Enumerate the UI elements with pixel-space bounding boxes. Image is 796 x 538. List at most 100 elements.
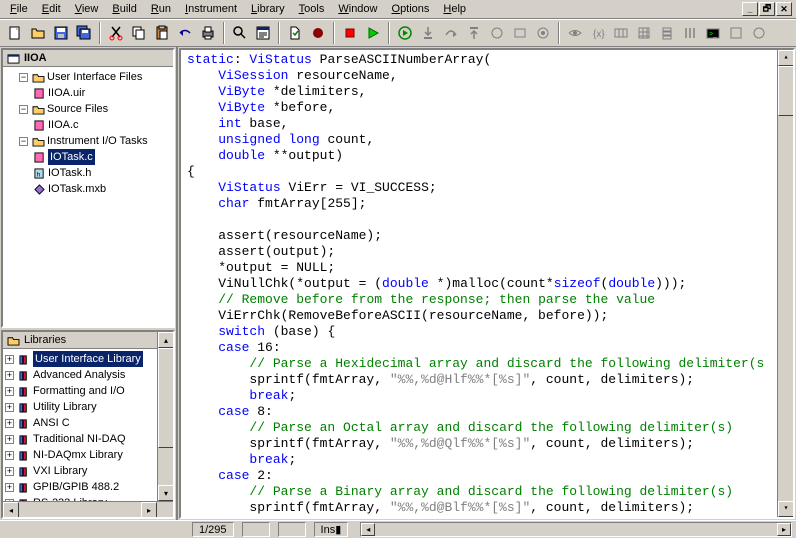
tree-file-iotask-c[interactable]: IOTask.c	[5, 149, 171, 165]
library-item[interactable]: + Utility Library	[5, 399, 171, 415]
expand-icon[interactable]: +	[5, 483, 14, 492]
new-file-button[interactable]	[4, 22, 26, 44]
library-item[interactable]: + NI-DAQmx Library	[5, 447, 171, 463]
tree-folder-src[interactable]: − Source Files	[5, 101, 171, 117]
minimize-button[interactable]: _	[742, 2, 758, 16]
library-item[interactable]: + Formatting and I/O	[5, 383, 171, 399]
step-over-button[interactable]	[440, 22, 462, 44]
menu-build[interactable]: Build	[106, 2, 142, 16]
project-root-label: IIOA	[24, 52, 47, 64]
tree-file-uir[interactable]: IIOA.uir	[5, 85, 171, 101]
library-item[interactable]: + GPIB/GPIB 488.2	[5, 479, 171, 495]
scroll-thumb[interactable]	[778, 66, 794, 116]
debug2-button[interactable]	[509, 22, 531, 44]
menu-help[interactable]: Help	[437, 2, 472, 16]
copy-button[interactable]	[128, 22, 150, 44]
save-all-button[interactable]	[73, 22, 95, 44]
expand-icon[interactable]: +	[5, 435, 14, 444]
svg-text:{x}: {x}	[593, 29, 605, 40]
save-button[interactable]	[50, 22, 72, 44]
menu-file[interactable]: File	[4, 2, 34, 16]
tree-folder-io[interactable]: − Instrument I/O Tasks	[5, 133, 171, 149]
breakpoint-button[interactable]	[307, 22, 329, 44]
expand-icon[interactable]: +	[5, 387, 14, 396]
menu-instrument[interactable]: Instrument	[179, 2, 243, 16]
menu-tools[interactable]: Tools	[293, 2, 331, 16]
editor-scrollbar-v[interactable]: ▴ ▾	[777, 50, 793, 517]
debug1-button[interactable]	[486, 22, 508, 44]
menu-options[interactable]: Options	[386, 2, 436, 16]
output-button[interactable]: >_	[702, 22, 724, 44]
menu-window[interactable]: Window	[332, 2, 383, 16]
project-tree[interactable]: IIOA − User Interface Files IIOA.uir − S…	[1, 48, 175, 328]
watch-button[interactable]	[564, 22, 586, 44]
code-editor[interactable]: static: ViStatus ParseASCIINumberArray( …	[179, 48, 795, 519]
open-file-button[interactable]	[27, 22, 49, 44]
paste-button[interactable]	[151, 22, 173, 44]
library-item[interactable]: + ANSI C	[5, 415, 171, 431]
tree-file-iotask-h[interactable]: h IOTask.h	[5, 165, 171, 181]
build-button[interactable]	[284, 22, 306, 44]
print-button[interactable]	[197, 22, 219, 44]
expand-icon[interactable]: +	[5, 451, 14, 460]
scroll-down-icon[interactable]: ▾	[158, 485, 174, 501]
expand-icon[interactable]: +	[5, 403, 14, 412]
library-item[interactable]: + Traditional NI-DAQ	[5, 431, 171, 447]
undo-button[interactable]	[174, 22, 196, 44]
hscroll-right-icon[interactable]: ▸	[777, 523, 791, 536]
status-sel	[242, 522, 270, 537]
run-button[interactable]	[362, 22, 384, 44]
collapse-icon[interactable]: −	[19, 137, 28, 146]
library-item[interactable]: + User Interface Library	[5, 351, 171, 367]
libraries-tree[interactable]: Libraries + User Interface Library+ Adva…	[1, 330, 175, 519]
scroll-thumb[interactable]	[158, 348, 174, 448]
mem-button[interactable]	[633, 22, 655, 44]
menu-view[interactable]: View	[69, 2, 105, 16]
stack-button[interactable]	[656, 22, 678, 44]
library-item[interactable]: + Advanced Analysis	[5, 367, 171, 383]
tree-folder-ui[interactable]: − User Interface Files	[5, 69, 171, 85]
close-button[interactable]: ✕	[776, 2, 792, 16]
menu-run[interactable]: Run	[145, 2, 177, 16]
left-panel: IIOA − User Interface Files IIOA.uir − S…	[0, 47, 178, 520]
expand-icon[interactable]: +	[5, 371, 14, 380]
array-button[interactable]	[610, 22, 632, 44]
toolbar: {x} >_	[0, 19, 796, 47]
find-button[interactable]	[229, 22, 251, 44]
menu-edit[interactable]: Edit	[36, 2, 67, 16]
expand-icon[interactable]: +	[5, 467, 14, 476]
libraries-scrollbar-h[interactable]: ◂ ▸	[3, 501, 173, 517]
hscroll-left-icon[interactable]: ◂	[361, 523, 375, 536]
vars-button[interactable]: {x}	[587, 22, 609, 44]
thread-button[interactable]	[679, 22, 701, 44]
cut-button[interactable]	[105, 22, 127, 44]
misc1-button[interactable]	[725, 22, 747, 44]
svg-text:>_: >_	[709, 31, 717, 38]
status-bar: 1/295 Ins ▮ ◂ ▸	[0, 520, 796, 538]
expand-icon[interactable]: +	[5, 419, 14, 428]
stop-button[interactable]	[339, 22, 361, 44]
properties-button[interactable]	[252, 22, 274, 44]
menu-library[interactable]: Library	[245, 2, 291, 16]
collapse-icon[interactable]: −	[19, 105, 28, 114]
debug3-button[interactable]	[532, 22, 554, 44]
libraries-scrollbar[interactable]: ▴ ▾	[157, 332, 173, 517]
scroll-down-icon[interactable]: ▾	[778, 501, 794, 517]
tree-file-iotask-mxb[interactable]: IOTask.mxb	[5, 181, 171, 197]
restore-button[interactable]: 🗗	[759, 2, 775, 16]
misc2-button[interactable]	[748, 22, 770, 44]
step-into-button[interactable]	[417, 22, 439, 44]
library-item[interactable]: + VXI Library	[5, 463, 171, 479]
scroll-left-icon[interactable]: ◂	[3, 502, 19, 518]
scroll-up-icon[interactable]: ▴	[158, 332, 174, 348]
scroll-right-icon[interactable]: ▸	[141, 502, 157, 518]
collapse-icon[interactable]: −	[19, 73, 28, 82]
main-area: IIOA − User Interface Files IIOA.uir − S…	[0, 47, 796, 520]
step-out-button[interactable]	[463, 22, 485, 44]
expand-icon[interactable]: +	[5, 355, 14, 364]
tree-file-c[interactable]: IIOA.c	[5, 117, 171, 133]
continue-button[interactable]	[394, 22, 416, 44]
libraries-header: Libraries	[3, 332, 173, 349]
svg-text:h: h	[37, 171, 41, 178]
scroll-up-icon[interactable]: ▴	[778, 50, 794, 66]
